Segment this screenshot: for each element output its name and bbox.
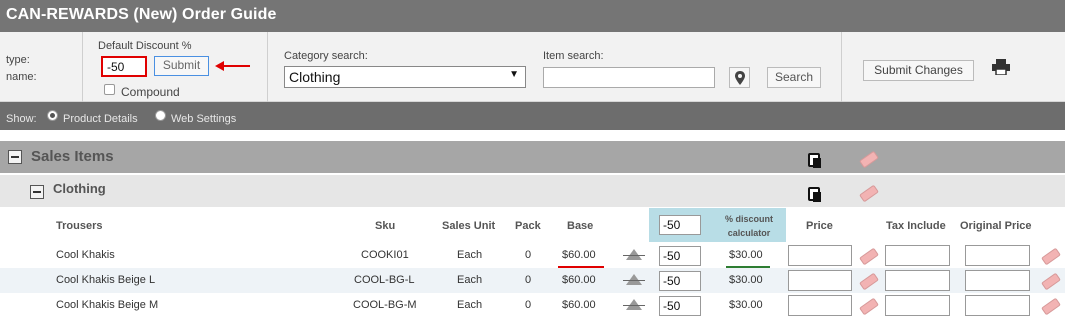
row-discount-input[interactable]: -50 — [659, 296, 701, 316]
collapse-icon[interactable] — [8, 150, 22, 164]
original-price-input[interactable] — [965, 245, 1030, 266]
product-name: Cool Khakis — [56, 249, 115, 261]
name-label: name: — [6, 71, 37, 83]
eraser-icon[interactable] — [859, 247, 879, 266]
page-title: CAN-REWARDS (New) Order Guide — [6, 6, 277, 23]
table-row: Cool Khakis Beige L COOL-BG-L Each 0 $60… — [0, 268, 1065, 293]
tax-include-input[interactable] — [885, 270, 950, 291]
eraser-icon[interactable] — [1041, 297, 1061, 316]
eraser-icon[interactable] — [859, 150, 879, 169]
column-header-pack: Pack — [515, 220, 541, 232]
controls-panel: type: name: Default Discount % -50 Submi… — [0, 32, 1065, 102]
search-button[interactable]: Search — [767, 67, 821, 88]
pack-cell: 0 — [525, 274, 532, 286]
type-label: type: — [6, 54, 30, 66]
price-input[interactable] — [788, 295, 852, 316]
price-input[interactable] — [788, 270, 852, 291]
triangle-apply-icon-line — [623, 305, 645, 306]
copy-icon[interactable] — [808, 187, 821, 202]
column-header-discount-calculator: % discount calculator — [724, 214, 773, 238]
divider — [82, 32, 83, 102]
product-details-label: Product Details — [63, 113, 138, 125]
calculated-price-cell: $30.00 — [729, 299, 763, 311]
show-bar: Show: Product Details Web Settings — [0, 102, 1065, 130]
sales-unit-cell: Each — [457, 274, 483, 286]
eraser-icon[interactable] — [1041, 247, 1061, 266]
sales-unit-cell: Each — [457, 249, 483, 261]
base-price-cell: $60.00 — [562, 274, 596, 286]
row-discount-input[interactable]: -50 — [659, 271, 701, 291]
default-discount-input[interactable]: -50 — [101, 56, 147, 77]
location-pin-button[interactable] — [729, 67, 750, 88]
bulk-discount-input[interactable]: -50 — [659, 215, 701, 235]
table-row: Cool Khakis Beige M COOL-BG-M Each 0 $60… — [0, 293, 1065, 318]
discount-submit-button[interactable]: Submit — [154, 56, 209, 76]
column-header-sku: Sku — [375, 220, 396, 232]
eraser-icon[interactable] — [1041, 272, 1061, 291]
sku-cell: COOKI01 — [361, 249, 409, 261]
web-settings-label: Web Settings — [171, 113, 237, 125]
column-header-sales-unit: Sales Unit — [442, 220, 496, 232]
sales-items-title: Sales Items — [31, 148, 114, 165]
item-search-input[interactable] — [543, 67, 715, 88]
column-header-original-price: Original Price — [960, 220, 1032, 232]
calculated-price-cell: $30.00 — [729, 249, 763, 261]
calculated-price-cell: $30.00 — [729, 274, 763, 286]
compound-checkbox[interactable] — [104, 84, 115, 95]
category-selected-value: Clothing — [289, 69, 341, 85]
original-price-input[interactable] — [965, 295, 1030, 316]
tax-include-input[interactable] — [885, 295, 950, 316]
category-search-label: Category search: — [284, 50, 368, 62]
eraser-icon[interactable] — [859, 297, 879, 316]
base-price-cell: $60.00 — [562, 249, 596, 261]
sku-cell: COOL-BG-M — [353, 299, 417, 311]
triangle-apply-icon-line — [623, 280, 645, 281]
pack-cell: 0 — [525, 249, 532, 261]
pack-cell: 0 — [525, 299, 532, 311]
chevron-down-icon: ▼ — [509, 69, 519, 80]
compound-label: Compound — [121, 85, 180, 99]
clothing-group-title: Clothing — [53, 181, 106, 196]
collapse-icon[interactable] — [30, 185, 44, 199]
column-header-base: Base — [567, 220, 594, 232]
eraser-icon[interactable] — [859, 272, 879, 291]
product-name: Cool Khakis Beige M — [56, 299, 159, 311]
title-bar: CAN-REWARDS (New) Order Guide — [0, 0, 1065, 32]
product-name: Cool Khakis Beige L — [56, 274, 156, 286]
divider — [841, 32, 842, 102]
column-header-tax-include: Tax Include — [886, 220, 946, 232]
price-input[interactable] — [788, 245, 852, 266]
copy-icon[interactable] — [808, 153, 821, 168]
category-search-select[interactable]: Clothing ▼ — [284, 66, 526, 88]
sales-unit-cell: Each — [457, 299, 483, 311]
column-header-product: Trousers — [56, 220, 103, 232]
product-details-radio[interactable] — [47, 110, 58, 121]
triangle-apply-icon-line — [623, 255, 645, 256]
show-label: Show: — [6, 113, 37, 125]
printer-icon[interactable] — [991, 59, 1011, 75]
red-arrow-icon — [215, 61, 250, 71]
eraser-icon[interactable] — [859, 184, 879, 203]
column-header-price: Price — [806, 220, 833, 232]
clothing-group-header: Clothing — [0, 175, 1065, 207]
original-price-input[interactable] — [965, 270, 1030, 291]
row-discount-input[interactable]: -50 — [659, 246, 701, 266]
table-row: Cool Khakis COOKI01 Each 0 $60.00 -50 $3… — [0, 243, 1065, 268]
default-discount-label: Default Discount % — [98, 40, 192, 52]
sales-items-header: Sales Items — [0, 141, 1065, 173]
sku-cell: COOL-BG-L — [354, 274, 415, 286]
tax-include-input[interactable] — [885, 245, 950, 266]
submit-changes-button[interactable]: Submit Changes — [863, 60, 974, 81]
base-price-cell: $60.00 — [562, 299, 596, 311]
location-pin-icon — [734, 71, 745, 85]
divider — [267, 32, 268, 102]
item-search-label: Item search: — [543, 50, 604, 62]
web-settings-radio[interactable] — [155, 110, 166, 121]
